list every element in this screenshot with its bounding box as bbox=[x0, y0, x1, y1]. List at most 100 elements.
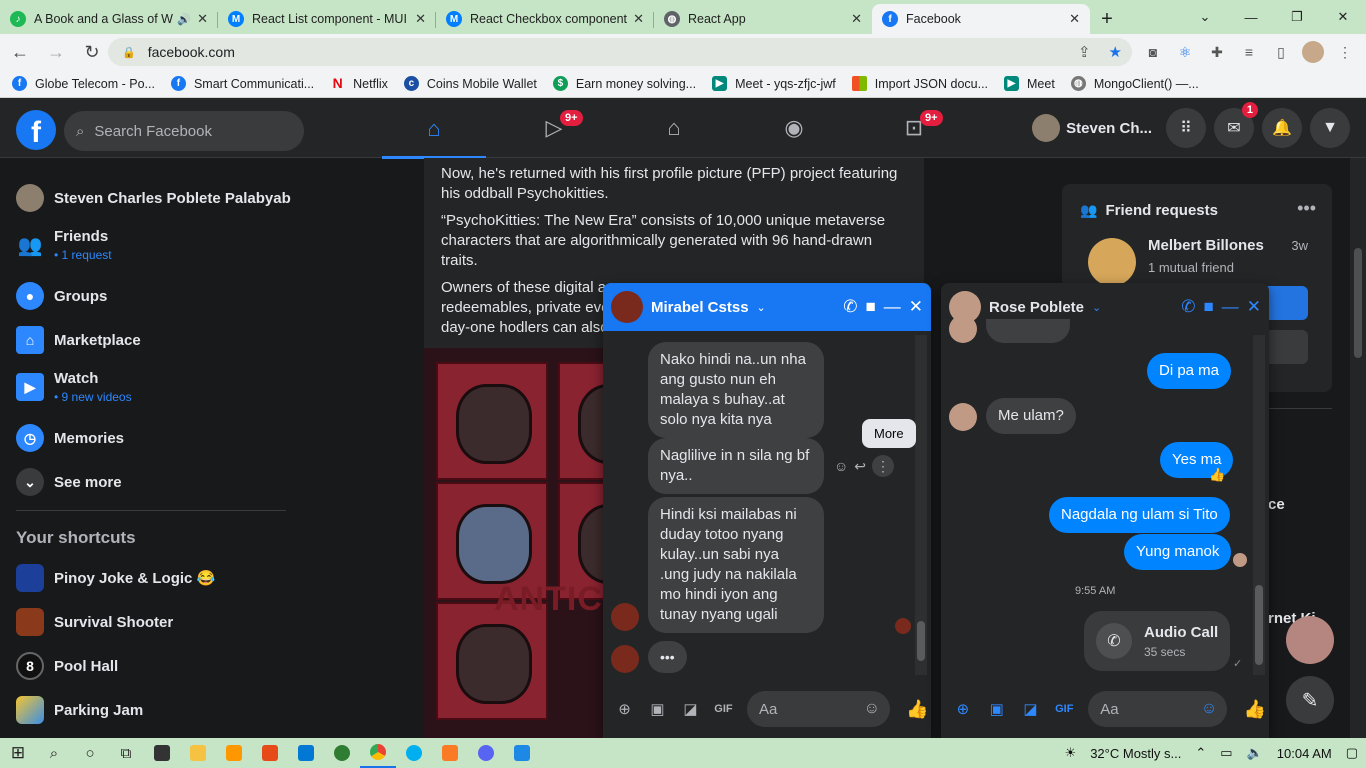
shortcut-item[interactable]: Survival Shooter bbox=[16, 608, 173, 636]
friend-request-name[interactable]: Melbert Billones bbox=[1148, 237, 1264, 254]
cortana-icon[interactable]: ○ bbox=[72, 738, 108, 768]
plus-icon[interactable]: ⊕ bbox=[949, 700, 977, 718]
message-bubble-incoming[interactable]: Hindi ksi mailabas ni duday totoo nyang … bbox=[648, 497, 824, 633]
sidebar-item-profile[interactable]: Steven Charles Poblete Palabyab bbox=[16, 184, 291, 212]
video-icon[interactable]: ■ bbox=[1203, 297, 1213, 317]
media-control-icon[interactable]: ≡ bbox=[1238, 38, 1260, 66]
profile-chip[interactable]: Steven Ch... bbox=[1032, 114, 1152, 142]
clock-time[interactable]: 10:04 AM bbox=[1277, 746, 1332, 761]
scrollbar-thumb[interactable] bbox=[1255, 585, 1263, 665]
tab-search-icon[interactable]: ⌄ bbox=[1182, 0, 1228, 34]
file-explorer-icon[interactable] bbox=[180, 738, 216, 768]
browser-tab[interactable]: ◍ React App ✕ bbox=[654, 4, 872, 34]
phone-icon[interactable]: ✆ bbox=[1181, 297, 1195, 317]
message-input[interactable]: Aa ☺ bbox=[1088, 691, 1228, 727]
audio-call-card[interactable]: ✆ Audio Call 35 secs bbox=[1084, 611, 1230, 671]
chrome-menu-icon[interactable]: ⋮ bbox=[1334, 38, 1356, 66]
chat-head-avatar[interactable] bbox=[1286, 616, 1334, 664]
audio-icon[interactable]: 🔊 bbox=[177, 13, 191, 26]
bookmark[interactable]: c Coins Mobile Wallet bbox=[403, 76, 537, 91]
reload-button[interactable]: ↻ bbox=[76, 36, 108, 68]
new-message-button[interactable]: ✎ bbox=[1286, 676, 1334, 724]
close-tab-icon[interactable]: ✕ bbox=[197, 11, 208, 27]
nav-groups-button[interactable]: ◉ bbox=[742, 102, 846, 154]
bookmark[interactable]: N Netflix bbox=[330, 76, 388, 91]
network-icon[interactable]: ▭ bbox=[1220, 745, 1232, 761]
page-scrollbar[interactable] bbox=[1350, 158, 1366, 738]
scrollbar-thumb[interactable] bbox=[1354, 248, 1362, 358]
address-bar[interactable]: 🔒 facebook.com ⇪ ★ bbox=[108, 38, 1132, 66]
message-reaction[interactable]: 👍 bbox=[1209, 467, 1225, 483]
notifications-button[interactable]: 🔔 bbox=[1262, 108, 1302, 148]
new-tab-button[interactable]: + bbox=[1090, 4, 1124, 34]
skype-icon[interactable] bbox=[396, 738, 432, 768]
sticker-icon[interactable]: ◪ bbox=[1017, 700, 1045, 718]
bookmark[interactable]: f Globe Telecom - Po... bbox=[12, 76, 155, 91]
app-icon[interactable] bbox=[504, 738, 540, 768]
minimize-icon[interactable]: — bbox=[1222, 297, 1239, 317]
task-view-icon[interactable]: ⧉ bbox=[108, 738, 144, 768]
emoji-icon[interactable]: ☺ bbox=[864, 700, 880, 718]
side-panel-icon[interactable]: ▯ bbox=[1270, 38, 1292, 66]
vscode-icon[interactable] bbox=[288, 738, 324, 768]
sidebar-item-groups[interactable]: ● Groups bbox=[16, 282, 107, 310]
chevron-down-icon[interactable]: ⌄ bbox=[757, 301, 766, 314]
sidebar-item-watch[interactable]: ▶ Watch • 9 new videos bbox=[16, 370, 132, 404]
mutual-friends[interactable]: 1 mutual friend bbox=[1148, 260, 1234, 275]
sticker-icon[interactable]: ◪ bbox=[677, 700, 704, 718]
weather-text[interactable]: 32°C Mostly s... bbox=[1090, 746, 1181, 761]
video-icon[interactable]: ■ bbox=[865, 297, 875, 317]
puzzle-extensions-icon[interactable]: ✚ bbox=[1206, 38, 1228, 66]
bookmark-star-icon[interactable]: ★ bbox=[1109, 43, 1122, 61]
image-icon[interactable]: ▣ bbox=[983, 700, 1011, 718]
gif-icon[interactable]: GIF bbox=[710, 703, 737, 715]
share-icon[interactable]: ⇪ bbox=[1078, 43, 1091, 61]
search-input[interactable]: ⌕ Search Facebook bbox=[64, 111, 304, 151]
lock-icon[interactable]: 🔒 bbox=[122, 46, 136, 59]
message-bubble-incoming[interactable]: Naglilive in n sila ng bf nya.. bbox=[648, 438, 824, 494]
xampp-icon[interactable] bbox=[432, 738, 468, 768]
sidebar-item-marketplace[interactable]: ⌂ Marketplace bbox=[16, 326, 141, 354]
phone-icon[interactable]: ✆ bbox=[843, 297, 857, 317]
scrollbar-thumb[interactable] bbox=[917, 621, 925, 661]
shortcut-item[interactable]: Pinoy Joke & Logic 😂 bbox=[16, 564, 215, 592]
message-bubble-incoming[interactable]: Me ulam? bbox=[986, 398, 1076, 434]
shortcut-item[interactable]: 8 Pool Hall bbox=[16, 652, 118, 680]
chevron-up-icon[interactable]: ⌃ bbox=[1195, 745, 1206, 761]
restore-window-button[interactable]: ❐ bbox=[1274, 0, 1320, 34]
chrome-profile-avatar[interactable] bbox=[1302, 41, 1324, 63]
browser-tab[interactable]: M React List component - MUI ✕ bbox=[218, 4, 436, 34]
bookmark[interactable]: f Smart Communicati... bbox=[170, 76, 314, 91]
emoji-icon[interactable]: ☺ bbox=[1201, 700, 1217, 718]
close-tab-icon[interactable]: ✕ bbox=[633, 11, 644, 27]
plus-icon[interactable]: ⊕ bbox=[611, 700, 638, 718]
gif-icon[interactable]: GIF bbox=[1050, 703, 1078, 715]
chevron-down-icon[interactable]: ⌄ bbox=[1092, 301, 1101, 314]
minimize-window-button[interactable]: — bbox=[1228, 0, 1274, 34]
chat-scrollbar[interactable] bbox=[915, 335, 927, 675]
sublime-icon[interactable] bbox=[216, 738, 252, 768]
weather-icon[interactable]: ☀ bbox=[1065, 745, 1077, 761]
image-icon[interactable]: ▣ bbox=[644, 700, 671, 718]
like-icon[interactable]: 👍 bbox=[1241, 699, 1269, 720]
shortcut-item[interactable]: Parking Jam bbox=[16, 696, 143, 724]
bookmark[interactable]: Import JSON docu... bbox=[851, 76, 988, 91]
bookmark[interactable]: $ Earn money solving... bbox=[552, 76, 696, 91]
volume-icon[interactable]: 🔈 bbox=[1247, 745, 1263, 761]
react-devtools-icon[interactable]: ⚛ bbox=[1174, 38, 1196, 66]
react-emoji-icon[interactable]: ☺ bbox=[834, 458, 848, 474]
nav-gaming-button[interactable]: ⊡ 9+ bbox=[862, 102, 966, 154]
sidebar-item-friends[interactable]: 👥 Friends • 1 request bbox=[16, 228, 112, 262]
browser-tab[interactable]: ♪ A Book and a Glass of W 🔊 ✕ bbox=[0, 4, 218, 34]
windows-start-icon[interactable]: ⊞ bbox=[0, 738, 36, 768]
see-more-button[interactable]: ⌄ See more bbox=[16, 468, 122, 496]
close-window-button[interactable]: ✕ bbox=[1320, 0, 1366, 34]
close-tab-icon[interactable]: ✕ bbox=[415, 11, 426, 27]
message-bubble-outgoing[interactable]: Yung manok bbox=[1124, 534, 1232, 570]
chrome-icon[interactable] bbox=[360, 738, 396, 768]
sidebar-item-memories[interactable]: ◷ Memories bbox=[16, 424, 124, 452]
camera-extension-icon[interactable]: ◙ bbox=[1142, 38, 1164, 66]
discord-icon[interactable] bbox=[468, 738, 504, 768]
bookmark[interactable]: ▶ Meet - yqs-zfjc-jwf bbox=[712, 76, 836, 91]
close-icon[interactable]: ✕ bbox=[909, 297, 923, 317]
